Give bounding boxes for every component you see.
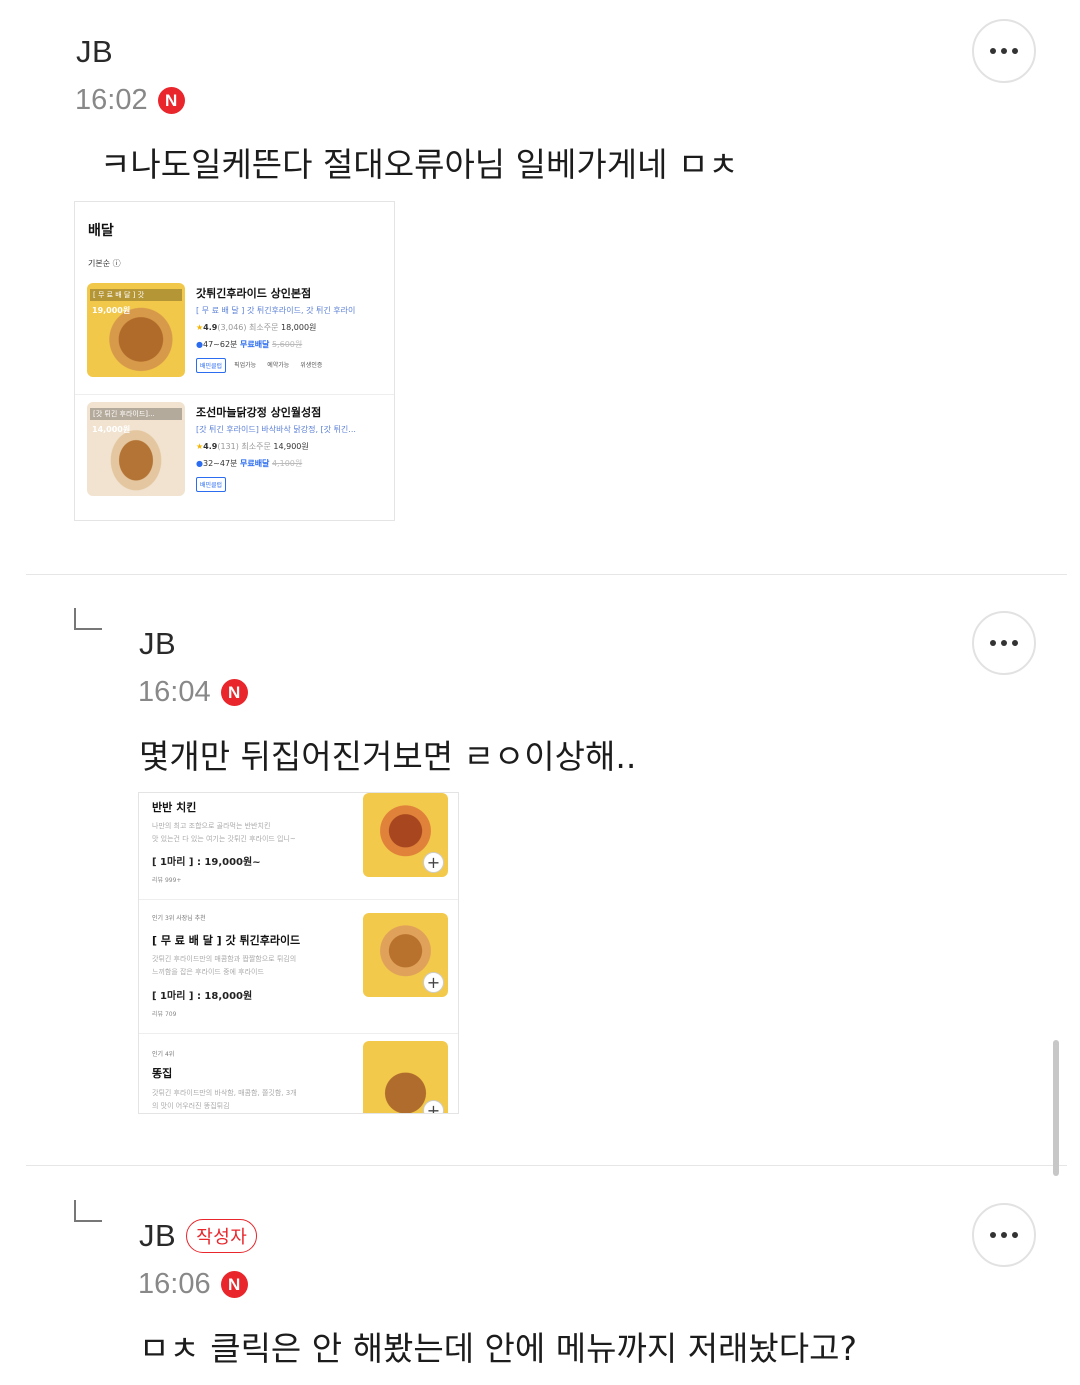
- menu-desc: 느끼함을 잡은 후라이드 중에 후라이드: [152, 968, 264, 976]
- store-desc: [갓 튀긴 후라이드] 바삭바삭 닭강정, [갓 튀긴...: [196, 425, 356, 434]
- comment-text: ㅋ나도일케뜬다 절대오류아님 일베가게네 ㅁㅊ: [100, 145, 739, 184]
- store-delivery: ●47~62분 무료배달 5,600원: [196, 340, 303, 349]
- chip: 배민클럽: [196, 358, 227, 373]
- scrollbar[interactable]: [1053, 1040, 1059, 1176]
- store-name: 갓튀긴후라이드 상인본점: [196, 287, 312, 300]
- store-desc: [ 무 료 배 달 ] 갓 튀긴후라이드, 갓 튀긴 후라이: [196, 306, 356, 315]
- new-badge-icon: N: [220, 1271, 248, 1298]
- chip: 배민클럽: [196, 477, 227, 492]
- attached-image-delivery-list[interactable]: 배달 기본순 ⓘ [ 무 료 배 달 ] 갓 19,000원 갓튀긴후라이드 상…: [74, 201, 395, 521]
- dot-icon: [990, 1232, 996, 1238]
- thumb-price: 14,000원: [92, 425, 131, 434]
- attached-image-menu-list[interactable]: 반반 치킨 나만의 최고 조합으로 골라먹는 반반치킨 맛 있는건 다 있는 여…: [138, 792, 459, 1114]
- reply-arrow-icon: [74, 1200, 102, 1222]
- thumb-tag: [갓 튀긴 후라이드]...: [90, 408, 182, 420]
- divider: [139, 899, 458, 900]
- dot-icon: [1001, 1232, 1007, 1238]
- dot-icon: [1001, 48, 1007, 54]
- dot-icon: [1001, 640, 1007, 646]
- chip: 픽업가능: [234, 362, 257, 369]
- menu-tags: 인기 4위: [152, 1051, 175, 1058]
- menu-thumbnail: +: [363, 793, 448, 877]
- more-options-button[interactable]: [972, 611, 1036, 675]
- menu-thumbnail: +: [363, 913, 448, 997]
- menu-reviews: 리뷰 709: [152, 1011, 177, 1018]
- comment-meta: 16:02 N: [75, 84, 185, 117]
- store-rating: ★4.9(3,046) 최소주문 18,000원: [196, 323, 317, 332]
- comment-time: 16:06: [138, 1268, 211, 1300]
- comment-author-row: JB 작성자: [139, 1218, 258, 1254]
- comment-time: 16:04: [138, 676, 211, 708]
- clock-icon: ●: [196, 459, 203, 468]
- store-item: [ 무 료 배 달 ] 갓 19,000원 갓튀긴후라이드 상인본점 [ 무 료…: [87, 283, 394, 393]
- comment-divider: [26, 574, 1067, 575]
- menu-desc: 나만의 최고 조합으로 골라먹는 반반치킨: [152, 822, 271, 830]
- comment-meta: 16:04 N: [138, 676, 248, 709]
- menu-item: 인기 4위 똥집 갓튀긴 후라이드만의 바삭함, 매콤함, 쫄깃함, 3개 의 …: [139, 1041, 458, 1113]
- store-name: 조선마늘닭강정 상인월성점: [196, 406, 322, 419]
- more-options-button[interactable]: [972, 19, 1036, 83]
- menu-tags: 인기 3위 사장님 추천: [152, 915, 206, 922]
- chip: 예약가능: [267, 362, 290, 369]
- new-badge-icon: N: [157, 87, 185, 114]
- dot-icon: [1012, 1232, 1018, 1238]
- delivery-title: 배달: [88, 223, 114, 239]
- more-options-button[interactable]: [972, 1203, 1036, 1267]
- comment-author[interactable]: JB: [76, 34, 113, 70]
- comment-time: 16:02: [75, 84, 148, 116]
- menu-name: 똥집: [152, 1067, 173, 1080]
- sort-label: 기본순 ⓘ: [88, 259, 121, 268]
- comment-author[interactable]: JB: [139, 626, 176, 662]
- thumb-price: 19,000원: [92, 306, 131, 315]
- menu-reviews: 리뷰 999+: [152, 877, 182, 884]
- store-chips: 배민클럽 픽업가능 예약가능 위생인증: [196, 358, 325, 373]
- menu-desc: 갓튀긴 후라이드만의 매콤함과 짭짤함으로 튀김의: [152, 955, 297, 963]
- comment-text: ㅁㅊ 클릭은 안 해봤는데 안에 메뉴까지 저래놨다고?: [139, 1329, 858, 1368]
- menu-name: 반반 치킨: [152, 801, 197, 814]
- thumb-tag: [ 무 료 배 달 ] 갓: [90, 289, 182, 301]
- divider: [139, 1033, 458, 1034]
- store-thumbnail: [갓 튀긴 후라이드]... 14,000원: [87, 402, 185, 496]
- store-item: [갓 튀긴 후라이드]... 14,000원 조선마늘닭강정 상인월성점 [갓 …: [87, 402, 394, 512]
- store-chips: 배민클럽: [196, 477, 227, 492]
- author-badge: 작성자: [186, 1219, 258, 1253]
- new-badge-icon: N: [220, 679, 248, 706]
- chip: 위생인증: [300, 362, 323, 369]
- dot-icon: [1012, 640, 1018, 646]
- menu-desc: 갓튀긴 후라이드만의 바삭함, 매콤함, 쫄깃함, 3개: [152, 1089, 297, 1097]
- dot-icon: [990, 640, 996, 646]
- menu-thumbnail: +: [363, 1041, 448, 1113]
- store-delivery: ●32~47분 무료배달 4,100원: [196, 459, 303, 468]
- comment-text: 몇개만 뒤집어진거보면 ㄹㅇ이상해..: [139, 737, 637, 776]
- clock-icon: ●: [196, 340, 203, 349]
- dot-icon: [1012, 48, 1018, 54]
- comment-author[interactable]: JB: [139, 1218, 176, 1254]
- menu-name: [ 무 료 배 달 ] 갓 튀긴후라이드: [152, 934, 301, 947]
- menu-item: 인기 3위 사장님 추천 [ 무 료 배 달 ] 갓 튀긴후라이드 갓튀긴 후라…: [139, 913, 458, 1037]
- comment-divider: [26, 1165, 1067, 1166]
- store-thumbnail: [ 무 료 배 달 ] 갓 19,000원: [87, 283, 185, 377]
- store-rating: ★4.9(131) 최소주문 14,900원: [196, 442, 309, 451]
- add-icon[interactable]: +: [423, 1100, 444, 1113]
- add-icon[interactable]: +: [423, 852, 444, 873]
- add-icon[interactable]: +: [423, 972, 444, 993]
- menu-price: [ 1마리 ] : 18,000원: [152, 991, 253, 1002]
- reply-arrow-icon: [74, 608, 102, 630]
- divider: [75, 394, 394, 395]
- comment-meta: 16:06 N: [138, 1268, 248, 1301]
- dot-icon: [990, 48, 996, 54]
- menu-desc: 맛 있는건 다 있는 여기는 갓튀긴 후라이드 입니~: [152, 835, 296, 843]
- menu-price: [ 1마리 ] : 19,000원~: [152, 857, 261, 868]
- menu-desc: 의 맛이 어우러진 똥집튀김: [152, 1102, 230, 1110]
